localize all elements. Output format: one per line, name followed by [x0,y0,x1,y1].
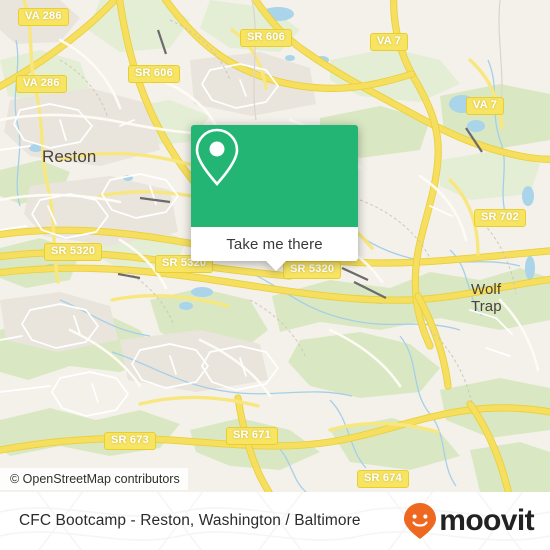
road-shield: VA 7 [466,97,505,115]
popup-icon-area [191,125,358,227]
road-shield: SR 702 [474,209,526,227]
map-pin-icon [195,128,239,186]
road-shield: VA 286 [16,75,67,93]
road-shield: SR 671 [226,427,278,445]
map-canvas[interactable]: .grn { fill:#d9e8c3; } .grn2 { fill:#e4e… [0,0,550,492]
road-shield: SR 606 [128,65,180,83]
popup-pointer [264,260,287,271]
page-title: CFC Bootcamp - Reston, Washington / Balt… [19,512,361,529]
place-label-wolf-trap: Wolf [471,281,502,298]
moovit-smiley-pin-icon [404,503,437,539]
moovit-wordmark: moovit [439,504,534,537]
moovit-map-screenshot: .grn { fill:#d9e8c3; } .grn2 { fill:#e4e… [0,0,550,550]
location-popup-card[interactable]: Take me there [191,125,358,271]
road-shield: SR 5320 [283,261,342,279]
osm-attribution[interactable]: © OpenStreetMap contributors [0,468,188,490]
road-shield: SR 606 [240,29,292,47]
road-shield: VA 7 [370,33,409,51]
place-label-reston: Reston [42,147,97,166]
take-me-there-button[interactable]: Take me there [191,227,358,271]
road-shield: SR 674 [357,470,409,488]
road-shield: SR 673 [104,432,156,450]
place-label-wolf-trap: Trap [471,298,502,315]
take-me-there-label: Take me there [226,235,323,253]
moovit-logo[interactable]: moovit [403,502,535,540]
road-shield: VA 286 [18,8,69,26]
road-shield: SR 5320 [44,243,103,261]
footer-bar: CFC Bootcamp - Reston, Washington / Balt… [0,492,550,550]
